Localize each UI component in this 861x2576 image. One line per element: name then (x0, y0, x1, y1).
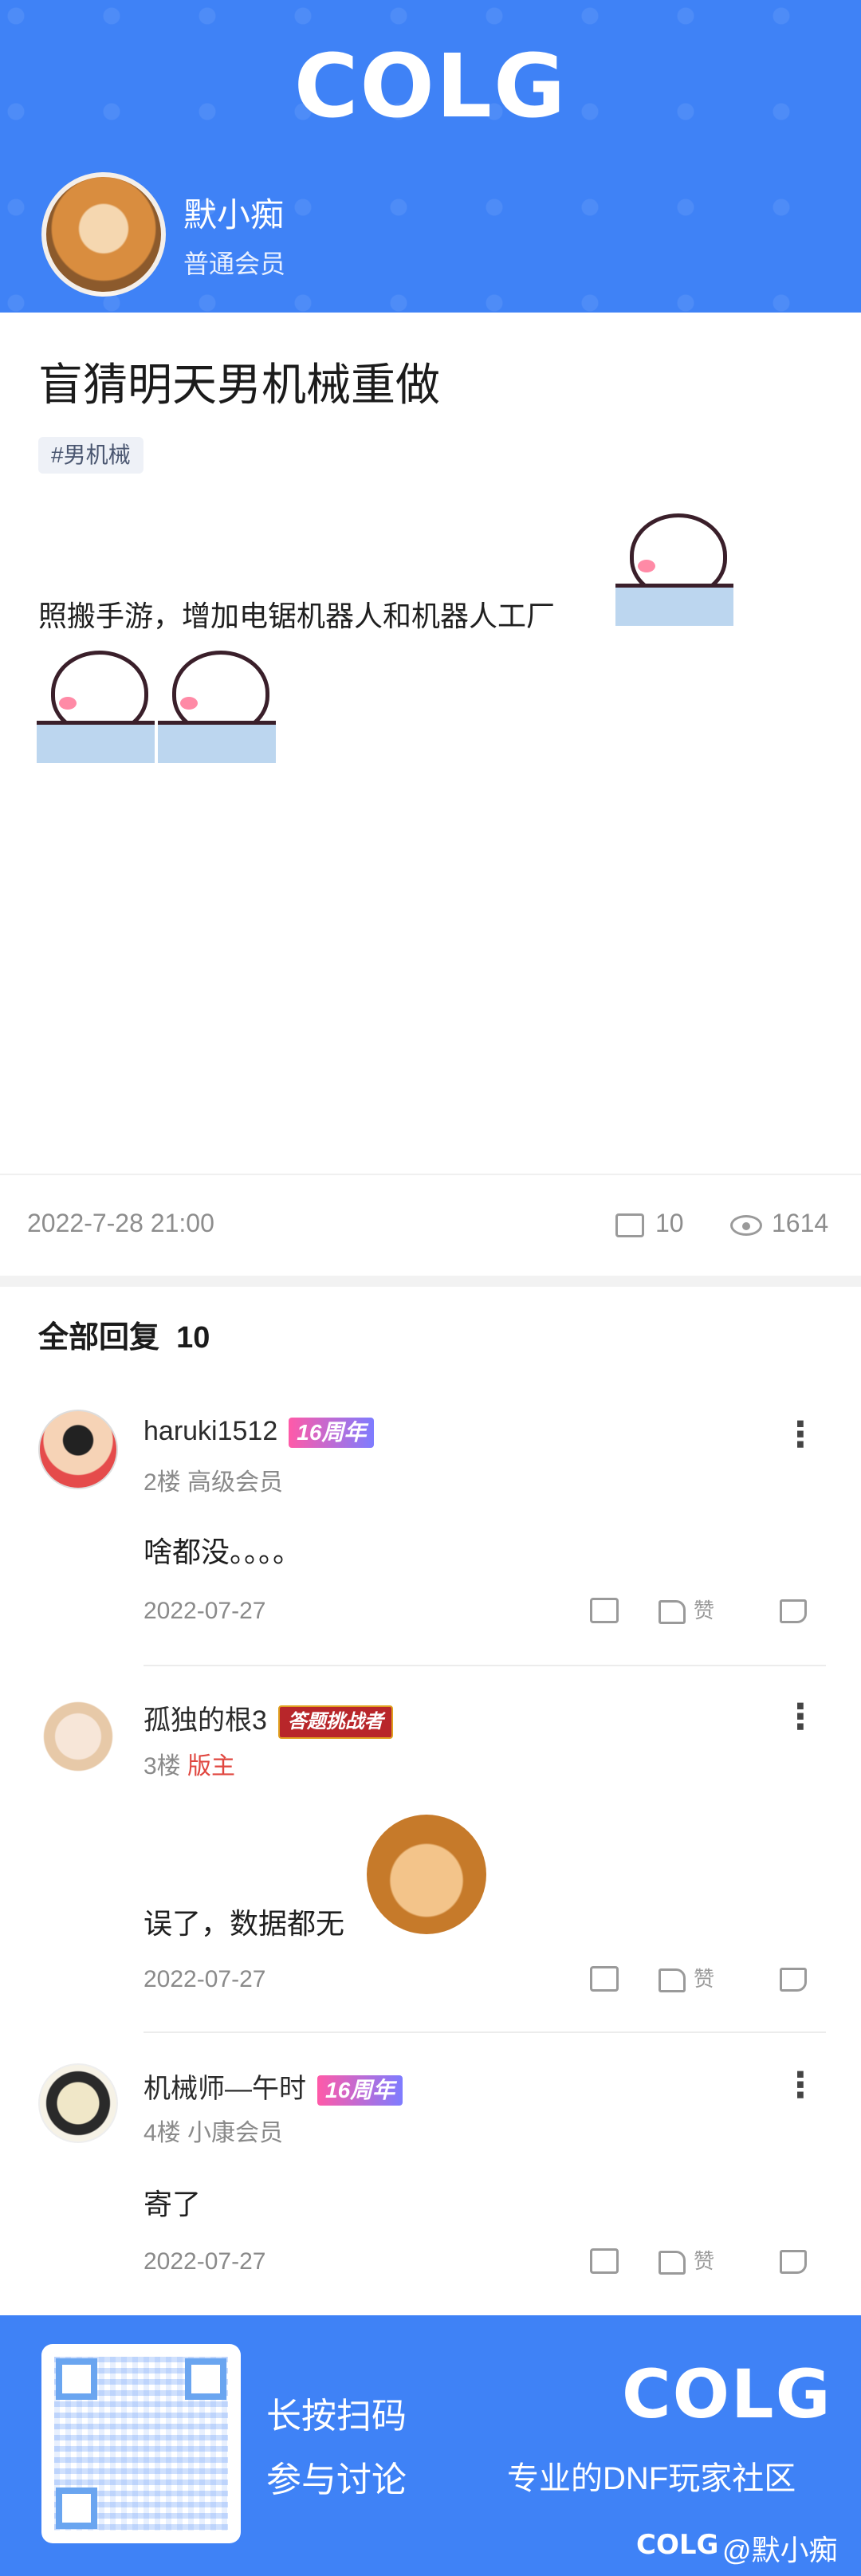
like-button[interactable]: 赞 (659, 1591, 714, 1630)
reply-button[interactable] (590, 2242, 622, 2280)
qr-code[interactable] (41, 2344, 241, 2543)
reply-floor: 4楼 小康会员 (144, 2113, 283, 2148)
reply-floor: 3楼 版主 (144, 1746, 235, 1781)
footer-slogan: 专业的DNF玩家社区 (507, 2461, 796, 2496)
reply-avatar[interactable] (38, 1410, 118, 1489)
more-options-icon[interactable]: ⋮ (783, 2068, 818, 2103)
reply-username-text: 孤独的根3 (144, 1705, 267, 1736)
post-title: 盲猜明天男机械重做 (38, 360, 440, 410)
sticker-emoji (158, 647, 276, 763)
monkey-sticker (367, 1815, 486, 1934)
reply-actions: 赞 (590, 2242, 829, 2280)
member-rank: 小康会员 (187, 2120, 284, 2146)
scan-hint-line1: 长按扫码 (266, 2397, 407, 2436)
logo-wrap: COLG (0, 38, 861, 134)
qr-corner (185, 2358, 226, 2400)
more-options-icon[interactable]: ⋮ (783, 1700, 818, 1735)
floor-number: 3楼 (144, 1753, 181, 1780)
reply-date: 2022-07-27 (144, 1598, 266, 1624)
replies-count: 10 (176, 1321, 210, 1355)
reply-floor: 2楼 高级会员 (144, 1462, 283, 1497)
dislike-button[interactable] (780, 2242, 812, 2280)
thumbs-up-icon (659, 2251, 686, 2275)
share-card: COLG 默小痴 普通会员 盲猜明天男机械重做 #男机械 照搬手游，增加电锯机器… (0, 0, 861, 2576)
reply-username-text: haruki1512 (144, 1416, 278, 1446)
divider (0, 1174, 861, 1175)
reply-button[interactable] (590, 1591, 622, 1630)
sticker-emoji (615, 510, 733, 626)
reply-content: 寄了 (144, 2188, 202, 2220)
moderator-rank: 版主 (187, 1753, 236, 1780)
qr-corner (56, 2358, 97, 2400)
reply-username-text: 机械师—午时 (144, 2074, 306, 2104)
watermark-logo: COLG (636, 2529, 719, 2561)
view-count: 1614 (730, 1209, 828, 1238)
footer-logo: COLG (622, 2355, 832, 2433)
scan-hint-line2: 参与讨论 (266, 2460, 407, 2499)
thumbs-down-icon (780, 1968, 807, 1992)
thumbs-down-icon (780, 1599, 807, 1623)
sticker-emoji (37, 647, 155, 763)
reply-date: 2022-07-27 (144, 2248, 266, 2275)
reply-actions: 赞 (590, 1591, 829, 1630)
like-label: 赞 (694, 1599, 715, 1622)
colg-logo: COLG (293, 35, 568, 137)
reply-button[interactable] (590, 1960, 622, 1998)
challenger-badge: 答题挑战者 (277, 1705, 393, 1740)
comment-count-value: 10 (655, 1209, 684, 1237)
more-options-icon[interactable]: ⋮ (783, 1418, 818, 1453)
comment-count[interactable]: 10 (615, 1209, 684, 1238)
reply-icon (590, 1598, 619, 1623)
member-rank: 高级会员 (187, 1469, 284, 1496)
thumbs-up-icon (659, 1968, 686, 1993)
author-avatar[interactable] (41, 172, 166, 297)
reply-separator (144, 1665, 826, 1666)
reply-avatar[interactable] (38, 1697, 118, 1776)
comment-icon (615, 1213, 644, 1237)
reply-date: 2022-07-27 (144, 1966, 266, 1992)
replies-heading: 全部回复 10 (38, 1312, 210, 1356)
author-name[interactable]: 默小痴 (183, 188, 284, 237)
view-count-value: 1614 (772, 1209, 829, 1237)
anniversary-badge: 16周年 (317, 2075, 403, 2106)
section-divider (0, 1276, 861, 1287)
watermark-user: @默小痴 (722, 2534, 838, 2566)
floor-number: 2楼 (144, 1469, 181, 1496)
post-tag[interactable]: #男机械 (38, 437, 144, 474)
like-button[interactable]: 赞 (659, 2242, 714, 2280)
footer-banner: 长按扫码 参与讨论 COLG 专业的DNF玩家社区 COLG @默小痴 (0, 2315, 861, 2576)
eye-icon (730, 1214, 762, 1236)
qr-corner (56, 2488, 97, 2529)
reply-separator (144, 2031, 826, 2033)
reply-actions: 赞 (590, 1960, 829, 1998)
like-label: 赞 (694, 2249, 715, 2273)
reply-content: 误了，数据都无 (144, 1907, 345, 1940)
reply-username[interactable]: haruki1512 16周年 (144, 1416, 375, 1449)
reply-avatar[interactable] (38, 2063, 118, 2143)
post-body: 照搬手游，增加电锯机器人和机器人工厂 (38, 600, 556, 632)
replies-title: 全部回复 (38, 1321, 160, 1355)
post-date: 2022-7-28 21:00 (27, 1209, 214, 1237)
reply-username[interactable]: 机械师—午时 16周年 (144, 2067, 403, 2106)
reply-icon (590, 2248, 619, 2274)
header-banner: COLG 默小痴 普通会员 (0, 0, 861, 313)
thumbs-down-icon (780, 2250, 807, 2274)
reply-content: 啥都没。。。。 (144, 1536, 302, 1568)
author-group: 普通会员 (183, 250, 286, 278)
floor-number: 4楼 (144, 2120, 181, 2146)
reply-username[interactable]: 孤独的根3 答题挑战者 (144, 1698, 393, 1740)
reply-icon (590, 1966, 619, 1992)
dislike-button[interactable] (780, 1960, 812, 1998)
like-label: 赞 (694, 1967, 715, 1991)
thumbs-up-icon (659, 1600, 686, 1625)
anniversary-badge: 16周年 (289, 1418, 375, 1449)
dislike-button[interactable] (780, 1591, 812, 1630)
like-button[interactable]: 赞 (659, 1960, 714, 1998)
